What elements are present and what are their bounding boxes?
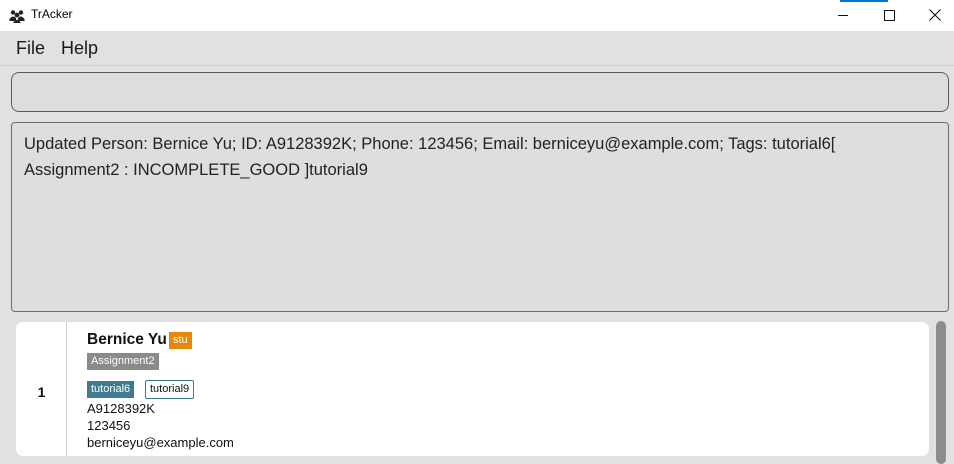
minimize-icon [837,6,849,25]
close-button[interactable] [912,0,954,31]
person-list-panel: 1 Bernice Yu stu Assignment2 tutorial6 t… [11,317,951,464]
title-bar: TrAcker [0,0,954,31]
person-index: 1 [37,384,46,400]
role-badge: stu [169,332,192,349]
person-name: Bernice Yu [87,331,167,348]
scrollbar-thumb[interactable] [936,321,946,464]
menu-bar: File Help [0,31,954,66]
minimize-button[interactable] [820,0,866,31]
maximize-button[interactable] [866,0,912,31]
list-scrollbar[interactable] [935,321,947,464]
tag-badge: tutorial9 [145,380,195,399]
person-email: berniceyu@example.com [87,435,234,450]
maximize-icon [883,6,895,25]
result-text: Updated Person: Bernice Yu; ID: A9128392… [24,135,836,179]
tag-badge: tutorial6 [87,381,135,398]
command-input[interactable] [11,72,949,112]
people-group-icon [9,8,25,23]
person-index-column: 1 [16,322,67,456]
close-icon [929,6,941,25]
menu-file[interactable]: File [16,38,45,59]
assignment-badge: Assignment2 [87,353,159,370]
menu-help[interactable]: Help [61,38,98,59]
result-display: Updated Person: Bernice Yu; ID: A9128392… [11,122,949,312]
window-title: TrAcker [31,7,73,21]
person-id: A9128392K [87,401,155,416]
person-phone: 123456 [87,418,131,433]
person-card[interactable]: 1 Bernice Yu stu Assignment2 tutorial6 t… [16,322,929,456]
